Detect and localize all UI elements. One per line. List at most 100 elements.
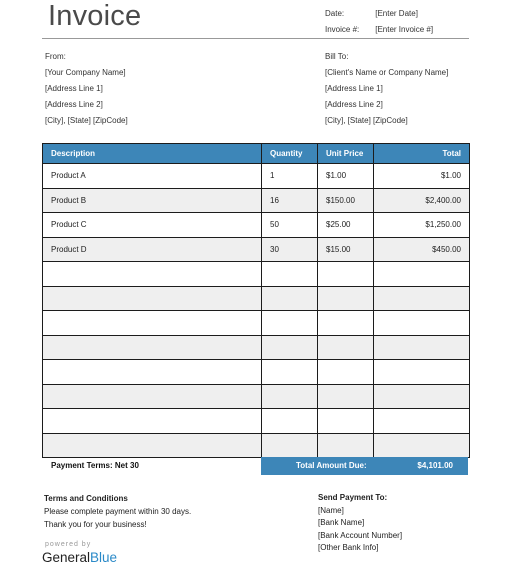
cell-unit-price[interactable] (317, 432, 374, 458)
cell-total[interactable]: $1,250.00 (373, 212, 470, 238)
bank-name[interactable]: [Bank Name] (318, 517, 402, 530)
cell-total[interactable]: $2,400.00 (373, 187, 470, 213)
cell-description[interactable] (42, 383, 262, 409)
cell-total[interactable] (373, 359, 470, 385)
cell-quantity[interactable]: 16 (261, 187, 318, 213)
from-address-block: From: [Your Company Name] [Address Line … (45, 49, 128, 129)
cell-total[interactable] (373, 285, 470, 311)
from-city-state-zip[interactable]: [City], [State] [ZipCode] (45, 113, 128, 129)
invoice-number-label: Invoice #: (325, 25, 360, 34)
date-label: Date: (325, 9, 345, 18)
cell-unit-price[interactable]: $1.00 (317, 163, 374, 189)
cell-description[interactable] (42, 334, 262, 360)
cell-description[interactable] (42, 285, 262, 311)
cell-description[interactable] (42, 408, 262, 434)
cell-quantity[interactable] (261, 383, 318, 409)
cell-quantity[interactable] (261, 285, 318, 311)
cell-description[interactable]: Product C (42, 212, 262, 238)
cell-description[interactable] (42, 261, 262, 287)
cell-total[interactable] (373, 334, 470, 360)
table-row (42, 432, 470, 458)
table-row: Product B 16 $150.00 $2,400.00 (42, 187, 470, 213)
total-amount-due-value: $4,101.00 (417, 461, 453, 470)
terms-heading: Terms and Conditions (44, 494, 128, 503)
header-description: Description (42, 143, 262, 164)
from-address-line-2[interactable]: [Address Line 2] (45, 97, 128, 113)
other-bank-info[interactable]: [Other Bank Info] (318, 542, 402, 555)
terms-and-conditions: Terms and Conditions Please complete pay… (44, 492, 191, 531)
table-header-row: Description Quantity Unit Price Total (42, 143, 470, 164)
bank-account-number[interactable]: [Bank Account Number] (318, 530, 402, 543)
brand-blue: Blue (90, 550, 118, 565)
cell-unit-price[interactable]: $150.00 (317, 187, 374, 213)
line-items-table: Description Quantity Unit Price Total Pr… (42, 143, 470, 458)
cell-quantity[interactable] (261, 359, 318, 385)
cell-description[interactable]: Product B (42, 187, 262, 213)
header-divider (42, 38, 469, 39)
cell-total[interactable] (373, 261, 470, 287)
bill-to-address-line-1[interactable]: [Address Line 1] (325, 81, 448, 97)
cell-unit-price[interactable] (317, 285, 374, 311)
cell-total[interactable] (373, 432, 470, 458)
date-field: Date: [Enter Date] (325, 9, 418, 18)
brand-general: General (42, 550, 91, 565)
invoice-number-value[interactable]: [Enter Invoice #] (375, 25, 433, 34)
table-row: Product C 50 $25.00 $1,250.00 (42, 212, 470, 238)
bill-to-address-block: Bill To: [Client's Name or Company Name]… (325, 49, 448, 129)
cell-unit-price[interactable]: $25.00 (317, 212, 374, 238)
cell-quantity[interactable]: 1 (261, 163, 318, 189)
table-row (42, 383, 470, 409)
table-row (42, 359, 470, 385)
bill-to-city-state-zip[interactable]: [City], [State] [ZipCode] (325, 113, 448, 129)
invoice-number-field: Invoice #: [Enter Invoice #] (325, 25, 433, 34)
table-row: Product A 1 $1.00 $1.00 (42, 163, 470, 189)
table-row (42, 310, 470, 336)
cell-description[interactable] (42, 310, 262, 336)
payment-terms: Payment Terms: Net 30 (51, 461, 139, 470)
from-address-line-1[interactable]: [Address Line 1] (45, 81, 128, 97)
bill-to-address-line-2[interactable]: [Address Line 2] (325, 97, 448, 113)
cell-unit-price[interactable] (317, 261, 374, 287)
cell-unit-price[interactable] (317, 334, 374, 360)
send-payment-heading: Send Payment To: (318, 493, 388, 502)
cell-description[interactable]: Product D (42, 236, 262, 262)
cell-quantity[interactable] (261, 334, 318, 360)
cell-total[interactable] (373, 408, 470, 434)
cell-unit-price[interactable] (317, 310, 374, 336)
table-row (42, 261, 470, 287)
table-row (42, 334, 470, 360)
cell-quantity[interactable] (261, 261, 318, 287)
table-row (42, 285, 470, 311)
bill-to-label: Bill To: (325, 52, 349, 61)
from-company-name[interactable]: [Your Company Name] (45, 65, 128, 81)
cell-description[interactable] (42, 432, 262, 458)
cell-total[interactable] (373, 383, 470, 409)
powered-by-text: powered by (45, 541, 92, 548)
generalblue-logo: GeneralBlue (42, 550, 117, 565)
cell-description[interactable]: Product A (42, 163, 262, 189)
terms-line: Thank you for your business! (44, 520, 147, 529)
cell-quantity[interactable]: 30 (261, 236, 318, 262)
cell-total[interactable]: $1.00 (373, 163, 470, 189)
cell-unit-price[interactable] (317, 359, 374, 385)
cell-unit-price[interactable]: $15.00 (317, 236, 374, 262)
table-row (42, 408, 470, 434)
cell-unit-price[interactable] (317, 408, 374, 434)
cell-description[interactable] (42, 359, 262, 385)
table-row: Product D 30 $15.00 $450.00 (42, 236, 470, 262)
total-amount-due-bar: Total Amount Due: $4,101.00 (261, 457, 468, 475)
cell-quantity[interactable] (261, 432, 318, 458)
invoice-title: Invoice (48, 0, 142, 32)
cell-quantity[interactable] (261, 310, 318, 336)
cell-quantity[interactable] (261, 408, 318, 434)
date-value[interactable]: [Enter Date] (375, 9, 418, 18)
cell-unit-price[interactable] (317, 383, 374, 409)
terms-line: Please complete payment within 30 days. (44, 507, 192, 516)
header-quantity: Quantity (261, 143, 318, 164)
cell-quantity[interactable]: 50 (261, 212, 318, 238)
bill-to-client-name[interactable]: [Client's Name or Company Name] (325, 65, 448, 81)
cell-total[interactable] (373, 310, 470, 336)
total-amount-due-label: Total Amount Due: (296, 461, 367, 470)
cell-total[interactable]: $450.00 (373, 236, 470, 262)
payee-name[interactable]: [Name] (318, 505, 402, 518)
